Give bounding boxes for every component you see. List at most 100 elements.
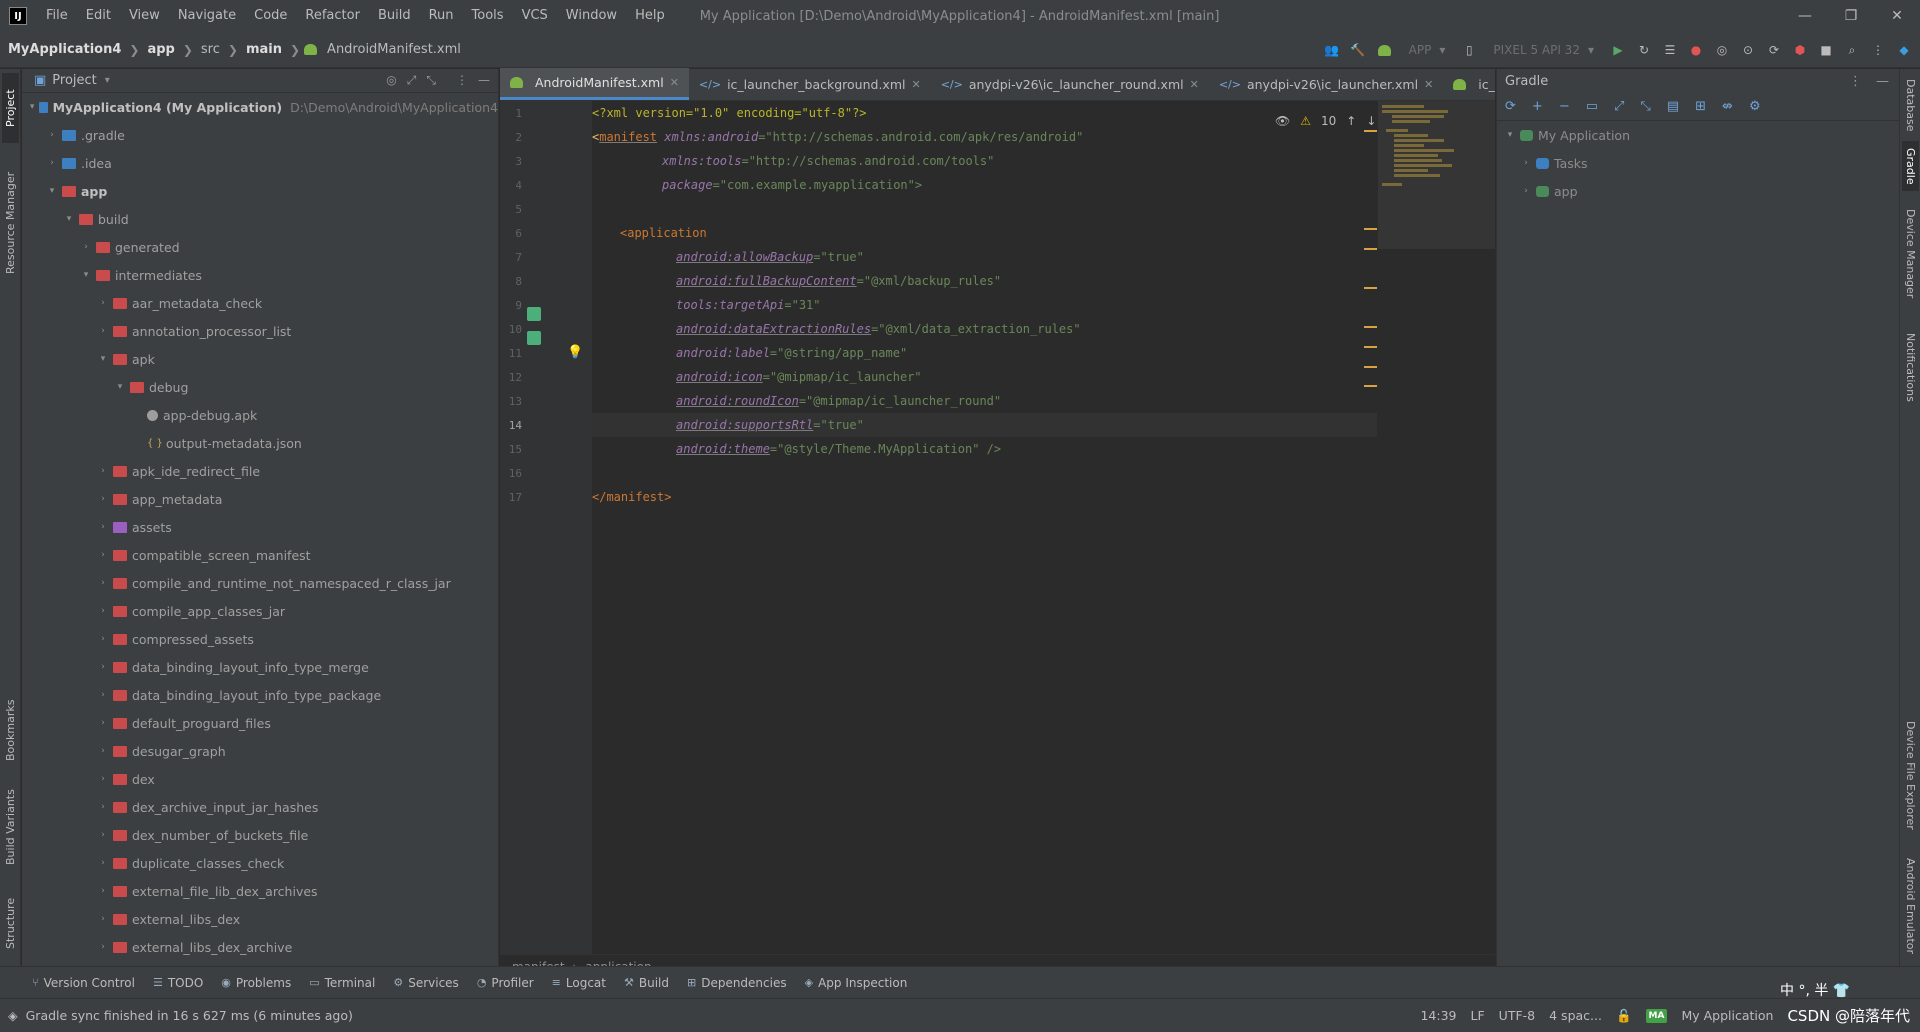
collapse-all-icon[interactable]: ⤡	[1640, 99, 1650, 114]
line-number[interactable]: 5	[500, 203, 522, 216]
warning-marker[interactable]	[1364, 366, 1377, 368]
chevron-right-icon[interactable]: ›	[96, 606, 110, 616]
tool-window-profiler[interactable]: ◔ Profiler	[477, 976, 534, 990]
chevron-down-icon[interactable]: ▾	[96, 354, 110, 364]
locate-icon[interactable]: ◎	[386, 73, 396, 88]
chevron-right-icon[interactable]: ›	[79, 242, 93, 252]
line-number[interactable]: 12	[500, 371, 522, 384]
chevron-right-icon[interactable]: ›	[96, 830, 110, 840]
tree-item[interactable]: › app_metadata	[22, 485, 498, 513]
code-minimap[interactable]	[1378, 101, 1495, 249]
device-select[interactable]: PIXEL 5 API 32 ▾	[1485, 38, 1602, 62]
tree-item[interactable]: › desugar_graph	[22, 737, 498, 765]
warning-marker[interactable]	[1364, 130, 1377, 132]
apply-changes-icon[interactable]: ⬢	[1790, 40, 1810, 60]
tree-item[interactable]: › compatible_screen_manifest	[22, 541, 498, 569]
chevron-right-icon[interactable]: ›	[96, 774, 110, 784]
line-number[interactable]: 17	[500, 491, 522, 504]
tree-item[interactable]: ▾ MyApplication4 (My Application) D:\Demo\…	[22, 93, 498, 121]
attach-icon[interactable]: ⊙	[1738, 40, 1758, 60]
tree-item[interactable]: › compile_app_classes_jar	[22, 597, 498, 625]
tree-item[interactable]: › .gradle	[22, 121, 498, 149]
chevron-down-icon[interactable]: ▾	[62, 214, 76, 224]
breadcrumb-project[interactable]: MyApplication4	[4, 42, 125, 57]
warning-marker[interactable]	[1364, 287, 1377, 289]
expand-all-icon[interactable]: ⤢	[1614, 99, 1624, 114]
chevron-down-icon[interactable]: ▾	[1503, 130, 1517, 140]
arrow-up-icon[interactable]: ↑	[1346, 114, 1356, 128]
line-number[interactable]: 8	[500, 275, 522, 288]
restore-button[interactable]: ❐	[1828, 0, 1874, 32]
line-number[interactable]: 13	[500, 395, 522, 408]
close-tab-icon[interactable]: ✕	[670, 76, 679, 89]
search-icon[interactable]: ⌕	[1842, 40, 1862, 60]
line-number[interactable]: 14	[500, 419, 522, 432]
run-config-select[interactable]: APP ▾	[1401, 38, 1454, 62]
tab-device-manager[interactable]: Device Manager	[1902, 199, 1919, 309]
close-tab-icon[interactable]: ✕	[1190, 78, 1199, 91]
chevron-right-icon[interactable]: ›	[96, 466, 110, 476]
expand-all-icon[interactable]: ⤢	[407, 73, 417, 88]
tree-item[interactable]: › generated	[22, 233, 498, 261]
chevron-down-icon[interactable]: ▾	[105, 75, 110, 86]
breadcrumb-src[interactable]: src	[197, 42, 224, 57]
indent-setting[interactable]: 4 spac...	[1549, 1008, 1602, 1023]
tree-item[interactable]: ▾ apk	[22, 345, 498, 373]
chevron-right-icon[interactable]: ›	[1519, 186, 1533, 196]
tool-window-todo[interactable]: ☰ TODO	[153, 976, 203, 990]
remove-icon[interactable]: −	[1559, 99, 1570, 114]
tab-database[interactable]: Database	[1902, 73, 1919, 137]
tab-build-variants[interactable]: Build Variants	[2, 777, 19, 877]
tool-window-build[interactable]: ⚒ Build	[624, 976, 669, 990]
tool-window-dependencies[interactable]: ⊞ Dependencies	[687, 976, 787, 990]
chevron-right-icon[interactable]: ›	[96, 634, 110, 644]
chevron-right-icon[interactable]: ›	[45, 158, 59, 168]
line-number[interactable]: 9	[500, 299, 522, 312]
chevron-right-icon[interactable]: ›	[96, 886, 110, 896]
rerun-icon[interactable]: ↻	[1634, 40, 1654, 60]
chevron-right-icon[interactable]: ›	[96, 326, 110, 336]
options-icon[interactable]: ⋮	[456, 73, 468, 88]
tool-window-services[interactable]: ⚙ Services	[393, 976, 458, 990]
status-message[interactable]: Gradle sync finished in 16 s 627 ms (6 m…	[26, 1008, 353, 1023]
tab-project[interactable]: Project	[2, 73, 19, 143]
warning-marker[interactable]	[1364, 326, 1377, 328]
tree-item[interactable]: › dex_number_of_buckets_file	[22, 821, 498, 849]
close-button[interactable]: ✕	[1874, 0, 1920, 32]
tab-gradle[interactable]: Gradle	[1902, 141, 1919, 191]
menu-build[interactable]: Build	[369, 0, 420, 32]
tree-item[interactable]: ▾ intermediates	[22, 261, 498, 289]
reader-mode-icon[interactable]: 👁	[1275, 114, 1290, 128]
gradle-tree-item[interactable]: ▾ My Application	[1497, 121, 1899, 149]
more-icon[interactable]: ⋮	[1868, 40, 1888, 60]
tool-window-logcat[interactable]: ≡ Logcat	[552, 976, 606, 990]
add-icon[interactable]: +	[1532, 99, 1543, 114]
module-name[interactable]: My Application	[1681, 1008, 1773, 1023]
editor-tab[interactable]: AndroidManifest.xml ✕	[500, 68, 689, 100]
chevron-right-icon[interactable]: ›	[96, 690, 110, 700]
code-editor[interactable]: <?xml version="1.0" encoding="utf-8"?> <…	[592, 101, 1377, 959]
minimize-button[interactable]: —	[1782, 0, 1828, 32]
line-number[interactable]: 10	[500, 323, 522, 336]
plugin-icon[interactable]: ◆	[1894, 40, 1914, 60]
settings-icon[interactable]: ⚙	[1749, 99, 1761, 114]
user-icon[interactable]: 👥	[1322, 40, 1342, 60]
tree-item[interactable]: › aar_metadata_check	[22, 289, 498, 317]
menu-file[interactable]: File	[37, 0, 77, 32]
image-preview-icon[interactable]	[527, 331, 541, 345]
menu-navigate[interactable]: Navigate	[169, 0, 245, 32]
tree-item[interactable]: › duplicate_classes_check	[22, 849, 498, 877]
collapse-all-icon[interactable]: ⤡	[426, 73, 436, 88]
line-number[interactable]: 11	[500, 347, 522, 360]
tree-item[interactable]: › apk_ide_redirect_file	[22, 457, 498, 485]
chevron-right-icon[interactable]: ›	[96, 802, 110, 812]
chevron-right-icon[interactable]: ›	[96, 494, 110, 504]
chevron-right-icon[interactable]: ›	[96, 298, 110, 308]
lock-icon[interactable]: 🔓	[1616, 1008, 1632, 1024]
chevron-right-icon[interactable]: ›	[45, 130, 59, 140]
editor-tab[interactable]: </> ic_launcher_background.xml ✕	[689, 68, 931, 100]
tree-item[interactable]: › assets	[22, 513, 498, 541]
tree-item[interactable]: › external_file_lib_dex_archives	[22, 877, 498, 905]
tab-resource-manager[interactable]: Resource Manager	[2, 153, 19, 293]
tree-item[interactable]: › external_libs_dex	[22, 905, 498, 933]
